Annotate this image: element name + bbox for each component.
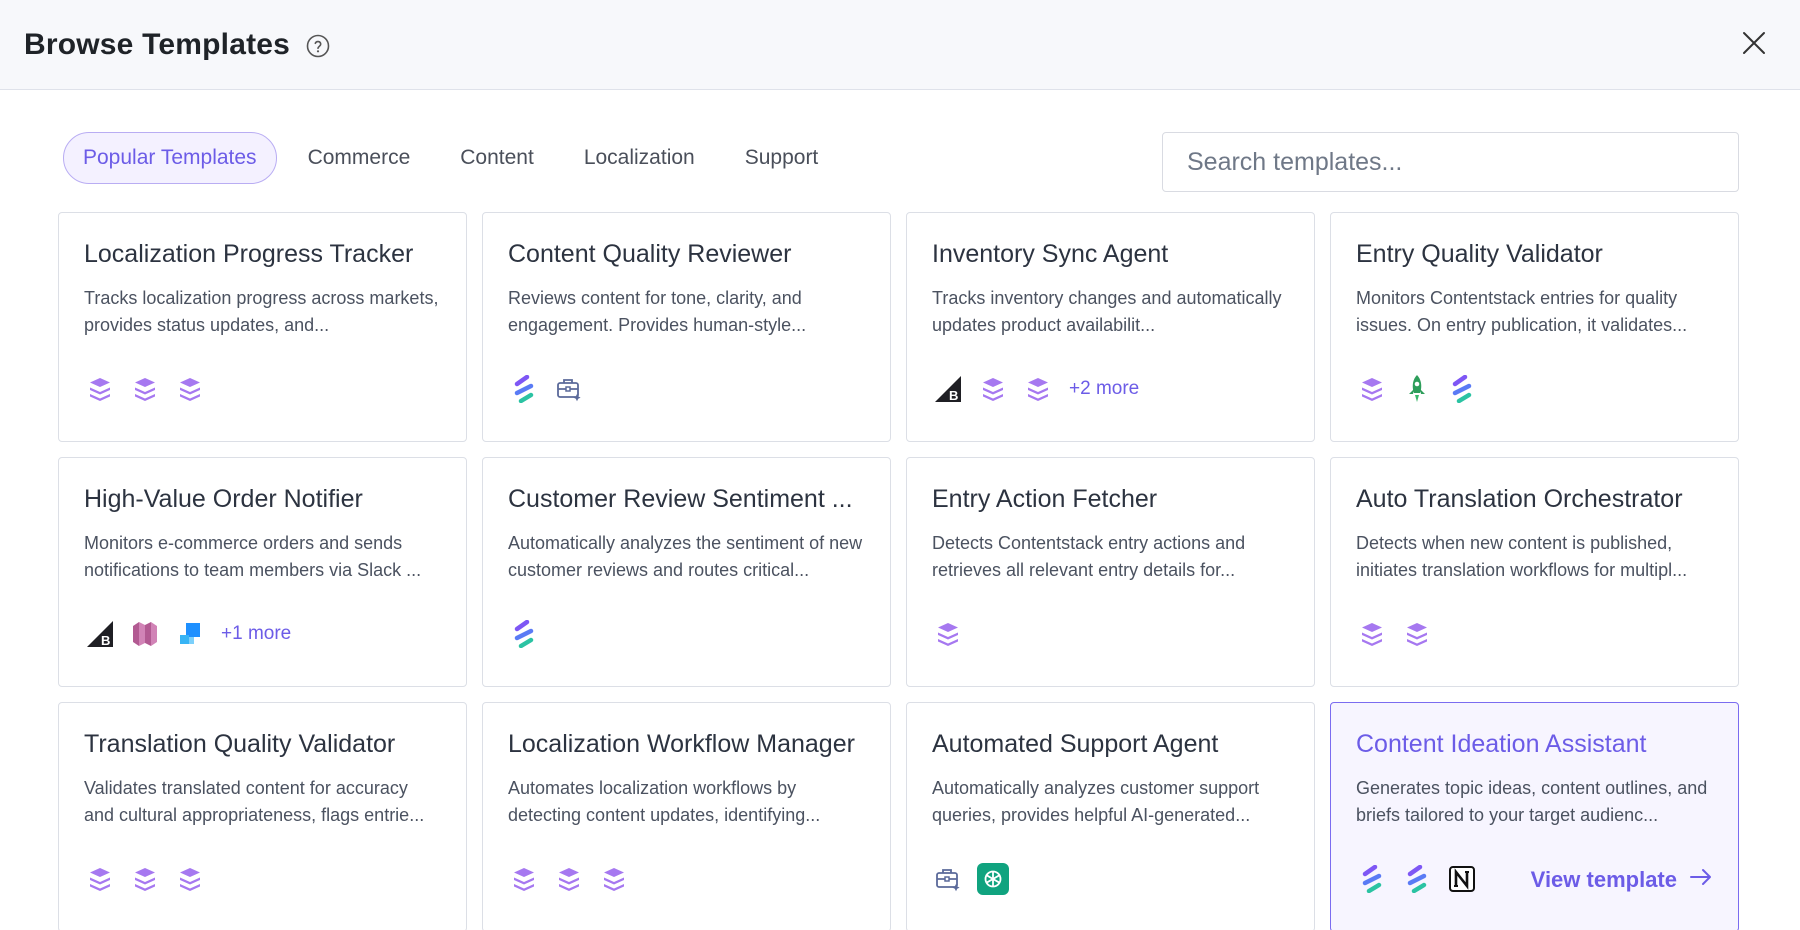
- template-card[interactable]: Entry Quality Validator Monitors Contents…: [1330, 212, 1739, 442]
- arrow-right-icon: [1689, 867, 1713, 893]
- search-input[interactable]: [1162, 132, 1739, 192]
- bigcommerce-icon: B: [84, 618, 116, 650]
- template-card-title: Content Quality Reviewer: [508, 240, 792, 268]
- modal-header: Browse Templates: [0, 0, 1800, 90]
- template-card-description: Detects Contentstack entry actions and r…: [932, 533, 1246, 580]
- template-card-title: Localization Workflow Manager: [508, 730, 855, 758]
- contentstack-icon: [1356, 618, 1388, 650]
- template-card[interactable]: Content Ideation Assistant Generates topi…: [1330, 702, 1739, 930]
- template-card-title: Content Ideation Assistant: [1356, 730, 1647, 758]
- contentstack-icon: [174, 863, 206, 895]
- template-card-description: Automatically analyzes the sentiment of …: [508, 533, 863, 580]
- tab-content[interactable]: Content: [441, 132, 553, 184]
- template-card[interactable]: Entry Action Fetcher Detects Contentstack…: [906, 457, 1315, 687]
- integration-icons: [508, 861, 643, 897]
- template-card-title: Entry Quality Validator: [1356, 240, 1603, 268]
- toolbar: Popular Templates Commerce Content Localiza…: [63, 132, 1739, 194]
- template-card-description: Automatically analyzes customer support …: [932, 778, 1260, 825]
- template-card-title: High-Value Order Notifier: [84, 485, 363, 513]
- template-card-description: Monitors Contentstack entries for qualit…: [1356, 288, 1688, 335]
- integration-icons: [84, 861, 219, 897]
- contentstack-icon: [174, 373, 206, 405]
- tab-localization[interactable]: Localization: [565, 132, 714, 184]
- close-icon[interactable]: [1738, 27, 1770, 59]
- integration-icons: B +2 more: [932, 371, 1139, 407]
- more-integrations-link[interactable]: +1 more: [221, 623, 291, 645]
- integration-icons: [508, 371, 598, 407]
- notion-icon: [1446, 863, 1478, 895]
- toolbox-icon: [932, 863, 964, 895]
- contentstack-icon: [932, 618, 964, 650]
- template-card-title: Inventory Sync Agent: [932, 240, 1169, 268]
- integration-icons: [84, 371, 219, 407]
- contentstack-icon: [129, 373, 161, 405]
- help-icon[interactable]: [306, 34, 330, 58]
- contentstack-icon: [977, 373, 1009, 405]
- modal-title: Browse Templates: [24, 27, 291, 61]
- blocks-icon: [174, 618, 206, 650]
- template-card-description: Validates translated content for accurac…: [84, 778, 425, 825]
- template-card[interactable]: Localization Progress Tracker Tracks loca…: [58, 212, 467, 442]
- template-card-description: Tracks localization progress across mark…: [84, 288, 439, 335]
- template-grid: Localization Progress Tracker Tracks loca…: [58, 212, 1739, 930]
- template-card[interactable]: Localization Workflow Manager Automates l…: [482, 702, 891, 930]
- integration-icons: [1356, 371, 1491, 407]
- template-card-title: Entry Action Fetcher: [932, 485, 1158, 513]
- integration-icons: [1356, 861, 1491, 897]
- template-card[interactable]: Content Quality Reviewer Reviews content …: [482, 212, 891, 442]
- svg-text:B: B: [101, 633, 110, 648]
- template-card[interactable]: Auto Translation Orchestrator Detects whe…: [1330, 457, 1739, 687]
- tab-popular-templates[interactable]: Popular Templates: [63, 132, 277, 184]
- template-card-description: Reviews content for tone, clarity, and e…: [508, 288, 807, 335]
- template-card-description: Generates topic ideas, content outlines,…: [1356, 778, 1708, 825]
- toolbox-icon: [553, 373, 585, 405]
- template-card[interactable]: Automated Support Agent Automatically ana…: [906, 702, 1315, 930]
- stack-s-icon: [1401, 863, 1433, 895]
- contentstack-icon: [129, 863, 161, 895]
- template-card-title: Customer Review Sentiment ...: [508, 485, 853, 513]
- tab-commerce[interactable]: Commerce: [289, 132, 430, 184]
- template-card-description: Tracks inventory changes and automatical…: [932, 288, 1282, 335]
- view-template-button[interactable]: View template: [1531, 867, 1713, 893]
- integration-icons: [932, 616, 977, 652]
- template-card[interactable]: Customer Review Sentiment ... Automatical…: [482, 457, 891, 687]
- integration-icons: [508, 616, 553, 652]
- rocket-icon: [1401, 373, 1433, 405]
- stack-s-icon: [1356, 863, 1388, 895]
- template-card[interactable]: High-Value Order Notifier Monitors e-comm…: [58, 457, 467, 687]
- contentstack-icon: [1401, 618, 1433, 650]
- contentstack-icon: [553, 863, 585, 895]
- openai-icon: [977, 863, 1009, 895]
- contentstack-icon: [598, 863, 630, 895]
- view-template-label: View template: [1530, 867, 1677, 892]
- integration-icons: [1356, 616, 1446, 652]
- stack-s-icon: [508, 618, 540, 650]
- tab-support[interactable]: Support: [726, 132, 838, 184]
- contentstack-icon: [84, 373, 116, 405]
- contentstack-icon: [1022, 373, 1054, 405]
- scrollbar[interactable]: [1788, 0, 1800, 930]
- template-card-title: Auto Translation Orchestrator: [1356, 485, 1683, 513]
- svg-text:B: B: [949, 388, 958, 403]
- bigcommerce-icon: B: [932, 373, 964, 405]
- template-card-title: Automated Support Agent: [932, 730, 1219, 758]
- template-card[interactable]: Translation Quality Validator Validates t…: [58, 702, 467, 930]
- integration-icons: [932, 861, 1022, 897]
- contentstack-icon: [508, 863, 540, 895]
- browse-templates-modal: Browse Templates Popular Templates Commer…: [0, 0, 1800, 930]
- template-card-description: Monitors e-commerce orders and sends not…: [84, 533, 422, 580]
- template-card-description: Detects when new content is published, i…: [1356, 533, 1688, 580]
- integration-icons: B +1 more: [84, 616, 291, 652]
- stack-s-icon: [1446, 373, 1478, 405]
- template-card-description: Automates localization workflows by dete…: [508, 778, 821, 825]
- aws-icon: [129, 618, 161, 650]
- template-card[interactable]: Inventory Sync Agent Tracks inventory cha…: [906, 212, 1315, 442]
- contentstack-icon: [1356, 373, 1388, 405]
- contentstack-icon: [84, 863, 116, 895]
- stack-s-icon: [508, 373, 540, 405]
- more-integrations-link[interactable]: +2 more: [1069, 378, 1139, 400]
- template-card-title: Localization Progress Tracker: [84, 240, 414, 268]
- template-card-title: Translation Quality Validator: [84, 730, 396, 758]
